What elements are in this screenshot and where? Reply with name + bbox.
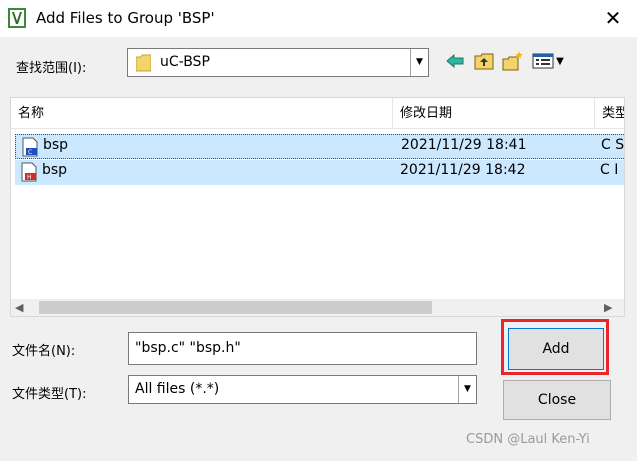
watermark: CSDN @Laul Ken-Yi: [466, 432, 590, 447]
new-folder-icon: [502, 51, 523, 71]
title-bar: Add Files to Group 'BSP' ✕: [0, 0, 637, 37]
scroll-left-icon[interactable]: ◀: [15, 299, 23, 316]
list-header: ^ 名称 修改日期 类型: [11, 98, 624, 129]
back-arrow-icon: [446, 54, 464, 68]
chevron-down-icon[interactable]: ▼: [458, 376, 476, 403]
up-one-level-button[interactable]: [472, 50, 496, 72]
chevron-down-icon: ▼: [556, 55, 564, 67]
folder-icon: [136, 54, 151, 72]
file-name-input[interactable]: "bsp.c" "bsp.h": [128, 332, 477, 365]
file-name: bsp: [43, 137, 69, 153]
file-name-label: 文件名(N):: [12, 344, 76, 359]
folder-up-icon: [474, 53, 494, 70]
svg-text:H: H: [27, 174, 32, 181]
look-in-label: 查找范围(I):: [16, 61, 87, 76]
window-title: Add Files to Group 'BSP': [36, 9, 215, 27]
scroll-right-icon[interactable]: ▶: [604, 299, 612, 316]
c-header-file-icon: H: [21, 162, 37, 182]
file-type: C S: [601, 137, 625, 153]
file-list[interactable]: ^ 名称 修改日期 类型 C bsp 2021/11/29 18:41 C S …: [10, 97, 625, 317]
look-in-dropdown[interactable]: uC-BSP ▼: [127, 48, 429, 77]
column-header-type[interactable]: 类型: [595, 98, 624, 129]
look-in-value: uC-BSP: [160, 54, 210, 70]
column-header-name[interactable]: 名称: [11, 98, 393, 129]
back-button[interactable]: [444, 50, 466, 72]
view-list-icon: [532, 53, 554, 69]
view-menu-button[interactable]: ▼: [530, 50, 566, 72]
file-date: 2021/11/29 18:42: [400, 162, 526, 178]
close-button[interactable]: Close: [503, 380, 611, 420]
file-date: 2021/11/29 18:41: [401, 137, 527, 153]
keil-app-icon: [8, 8, 26, 28]
svg-text:C: C: [28, 149, 32, 156]
chevron-down-icon[interactable]: ▼: [410, 49, 428, 76]
file-row[interactable]: H bsp 2021/11/29 18:42 C I: [15, 160, 624, 185]
add-button[interactable]: Add: [508, 328, 604, 370]
file-type-label: 文件类型(T):: [12, 387, 87, 402]
file-type-dropdown[interactable]: All files (*.*) ▼: [128, 375, 477, 404]
file-type: C I: [600, 162, 619, 178]
c-source-file-icon: C: [22, 137, 38, 157]
file-type-value: All files (*.*): [135, 381, 220, 397]
file-name: bsp: [42, 162, 68, 178]
close-icon[interactable]: ✕: [598, 4, 628, 32]
scrollbar-thumb[interactable]: [39, 301, 432, 314]
new-folder-button[interactable]: [500, 50, 526, 72]
column-header-modified[interactable]: 修改日期: [393, 98, 595, 129]
horizontal-scrollbar[interactable]: ◀ ▶: [11, 299, 624, 316]
file-row[interactable]: C bsp 2021/11/29 18:41 C S: [15, 134, 625, 159]
